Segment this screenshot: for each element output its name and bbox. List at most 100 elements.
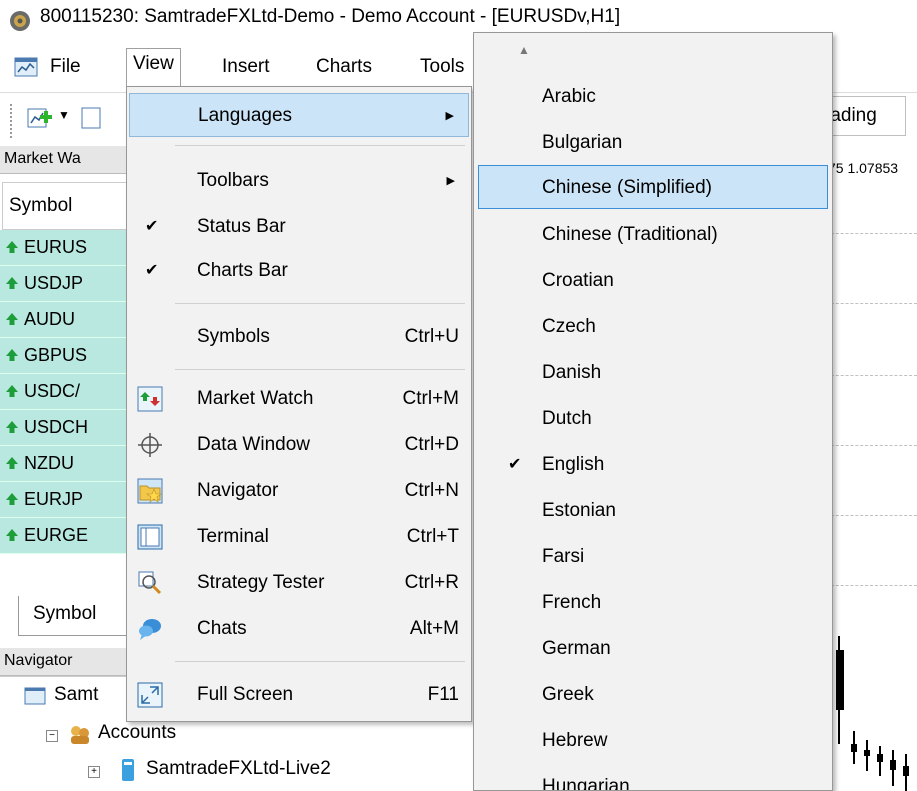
menu-item-label: Status Bar [197, 216, 286, 237]
menu-item-data-window[interactable]: Data Window Ctrl+D [129, 423, 469, 467]
up-arrow-icon [6, 313, 18, 325]
language-item-chinese-simplified[interactable]: Chinese (Simplified) [478, 165, 828, 209]
navigator-root[interactable]: Samt [54, 684, 98, 706]
menu-item-shortcut: Ctrl+M [402, 388, 459, 409]
language-item-english[interactable]: ✔ English [478, 443, 828, 487]
menu-item-chats[interactable]: Chats Alt+M [129, 607, 469, 651]
market-watch-row[interactable]: USDC/ [0, 374, 130, 410]
navigator-folder-icon [137, 478, 163, 504]
menu-item-status-bar[interactable]: ✔ Status Bar [129, 205, 469, 249]
symbol-name: EURGE [24, 525, 89, 545]
language-label: Chinese (Traditional) [542, 224, 718, 245]
up-arrow-icon [6, 493, 18, 505]
checkmark-icon: ✔ [145, 218, 159, 235]
language-item-czech[interactable]: Czech [478, 305, 828, 349]
language-item-arabic[interactable]: Arabic [478, 75, 828, 119]
expand-toggle[interactable]: + [88, 766, 100, 778]
menu-charts[interactable]: Charts [310, 52, 378, 84]
market-watch-row[interactable]: EURJP [0, 482, 130, 518]
up-arrow-icon [6, 457, 18, 469]
symbol-name: EURUS [24, 237, 88, 257]
navigator-header: Navigator [0, 648, 130, 676]
menu-view[interactable]: View [126, 48, 181, 90]
language-label: Dutch [542, 408, 592, 429]
language-label: French [542, 592, 602, 613]
menu-item-symbols[interactable]: Symbols Ctrl+U [129, 315, 469, 359]
menu-item-market-watch[interactable]: Market Watch Ctrl+M [129, 377, 469, 421]
market-watch-row[interactable]: AUDU [0, 302, 130, 338]
fullscreen-icon [137, 682, 163, 708]
menu-item-label: Data Window [197, 434, 310, 455]
language-item-french[interactable]: French [478, 581, 828, 625]
language-item-hungarian[interactable]: Hungarian [478, 765, 828, 790]
menu-separator [175, 369, 465, 370]
language-item-chinese-traditional[interactable]: Chinese (Traditional) [478, 213, 828, 257]
market-watch-row[interactable]: USDCH [0, 410, 130, 446]
tab-symbols[interactable]: Symbol [18, 596, 128, 636]
view-menu-dropdown: Languages ▶ Toolbars ▶ ✔ Status Bar ✔ Ch… [126, 86, 472, 722]
profiles-icon[interactable] [80, 104, 102, 132]
language-item-german[interactable]: German [478, 627, 828, 671]
checkmark-icon: ✔ [145, 262, 159, 279]
submenu-arrow-icon: ▶ [446, 175, 455, 187]
menu-item-shortcut: Ctrl+N [404, 480, 459, 501]
collapse-toggle[interactable]: − [46, 730, 58, 742]
menu-tools[interactable]: Tools [414, 52, 474, 84]
market-watch-row[interactable]: NZDU [0, 446, 130, 482]
market-watch-row[interactable]: USDJP [0, 266, 130, 302]
menu-item-terminal[interactable]: Terminal Ctrl+T [129, 515, 469, 559]
menu-item-label: Toolbars [197, 170, 269, 191]
language-item-greek[interactable]: Greek [478, 673, 828, 717]
menu-insert[interactable]: Insert [216, 52, 276, 84]
language-item-dutch[interactable]: Dutch [478, 397, 828, 441]
up-arrow-icon [6, 421, 18, 433]
grid-line [826, 585, 917, 586]
language-label: Estonian [542, 500, 616, 521]
submenu-scroll-up[interactable]: ▲ [478, 37, 828, 73]
strategy-tester-icon [138, 571, 162, 595]
symbol-name: EURJP [24, 489, 84, 509]
language-item-hebrew[interactable]: Hebrew [478, 719, 828, 763]
language-item-danish[interactable]: Danish [478, 351, 828, 395]
navigator-server[interactable]: SamtradeFXLtd-Live2 [146, 758, 331, 780]
market-watch-symbol-column[interactable]: Symbol [2, 182, 130, 230]
grid-line [826, 233, 917, 234]
language-label: Czech [542, 316, 596, 337]
menu-item-navigator[interactable]: Navigator Ctrl+N [129, 469, 469, 513]
terminal-icon [137, 524, 163, 550]
language-label: Greek [542, 684, 594, 705]
menu-item-languages[interactable]: Languages ▶ [129, 93, 469, 137]
navigator-accounts[interactable]: Accounts [98, 722, 176, 744]
symbol-name: USDJP [24, 273, 84, 293]
symbol-name: GBPUS [24, 345, 88, 365]
grid-line [826, 375, 917, 376]
language-item-croatian[interactable]: Croatian [478, 259, 828, 303]
menu-item-strategy-tester[interactable]: Strategy Tester Ctrl+R [129, 561, 469, 605]
chat-bubbles-icon [139, 619, 161, 640]
menu-item-label: Market Watch [197, 388, 314, 409]
market-watch-row[interactable]: EURUS [0, 230, 130, 266]
language-item-estonian[interactable]: Estonian [478, 489, 828, 533]
menu-item-shortcut: Ctrl+D [404, 434, 459, 455]
menu-item-shortcut: F11 [427, 684, 459, 705]
symbol-name: USDC/ [24, 381, 81, 401]
symbol-name: USDCH [24, 417, 89, 437]
chevron-down-icon[interactable]: ▼ [58, 108, 70, 122]
menu-item-toolbars[interactable]: Toolbars ▶ [129, 159, 469, 203]
market-watch-row[interactable]: EURGE [0, 518, 130, 554]
menu-item-full-screen[interactable]: Full Screen F11 [129, 673, 469, 717]
language-item-bulgarian[interactable]: Bulgarian [478, 121, 828, 165]
symbol-name: NZDU [24, 453, 74, 473]
language-label: Arabic [542, 86, 596, 107]
menu-item-charts-bar[interactable]: ✔ Charts Bar [129, 249, 469, 293]
toolbar-grip[interactable] [10, 104, 14, 138]
language-item-farsi[interactable]: Farsi [478, 535, 828, 579]
menu-file[interactable]: File [44, 52, 87, 84]
chart-price-label: 75 1.07853 [828, 160, 899, 176]
market-watch-row[interactable]: GBPUS [0, 338, 130, 374]
new-chart-icon[interactable] [26, 103, 54, 133]
languages-submenu: ▲ Arabic Bulgarian Chinese (Simplified) … [473, 32, 833, 791]
accounts-icon [71, 726, 89, 744]
crosshair-icon [138, 433, 162, 457]
menu-item-shortcut: Ctrl+T [406, 526, 459, 547]
